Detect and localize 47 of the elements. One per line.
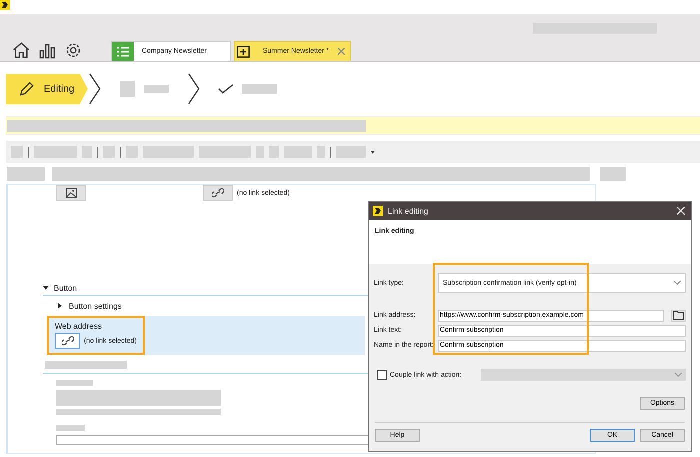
redacted-block xyxy=(600,167,626,181)
redacted-block xyxy=(82,146,92,158)
redacted-block xyxy=(256,146,264,158)
redacted-block xyxy=(34,146,77,158)
redacted-block xyxy=(284,146,312,158)
pencil-icon xyxy=(20,82,34,96)
link-icon xyxy=(62,336,74,346)
home-icon[interactable] xyxy=(13,42,30,59)
list-icon xyxy=(117,46,129,56)
checkbox[interactable] xyxy=(377,370,387,380)
chevron-icon xyxy=(89,73,101,105)
redacted-block xyxy=(126,146,138,158)
app-logo-icon xyxy=(373,206,383,216)
image-icon xyxy=(66,188,76,198)
chevron-down-icon xyxy=(674,281,681,285)
redacted-block xyxy=(143,146,194,158)
redacted-block xyxy=(103,146,115,158)
link-button[interactable] xyxy=(203,185,233,201)
image-button[interactable] xyxy=(56,185,86,201)
redacted-block xyxy=(317,146,325,158)
redacted-block xyxy=(144,85,169,93)
subsection-title: Button settings xyxy=(69,302,122,310)
chevron-icon xyxy=(188,73,200,105)
redacted-block xyxy=(242,84,277,94)
step-tab[interactable]: Editing xyxy=(6,74,88,104)
redacted-block xyxy=(11,146,23,158)
chevron-down-icon xyxy=(675,373,682,377)
redacted-block xyxy=(56,425,85,431)
settings-icon[interactable] xyxy=(65,42,82,59)
bar-chart-icon[interactable] xyxy=(39,42,56,59)
folder-icon xyxy=(673,311,684,320)
redacted-block xyxy=(120,81,135,97)
field-label: Web address xyxy=(55,322,103,331)
dialog-title: Link editing xyxy=(388,206,430,216)
redacted-block xyxy=(269,146,279,158)
app-logo-icon xyxy=(0,0,10,10)
plus-square-icon xyxy=(236,46,250,58)
link-icon xyxy=(212,188,224,198)
caret-icon[interactable] xyxy=(371,150,375,154)
check-icon xyxy=(218,84,234,94)
browse-button[interactable] xyxy=(671,310,686,322)
link-button[interactable] xyxy=(55,333,80,349)
redacted-block xyxy=(56,380,93,386)
section-title: Button xyxy=(54,284,78,292)
redacted-block xyxy=(199,146,251,158)
redacted-block xyxy=(7,167,45,181)
redacted-block xyxy=(336,146,366,158)
